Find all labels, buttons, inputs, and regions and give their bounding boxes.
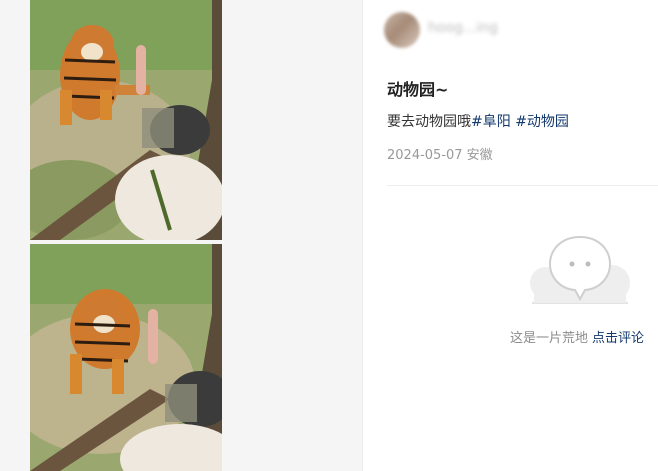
post-photo-2[interactable] — [30, 244, 222, 471]
post-location: 安徽 — [466, 148, 493, 163]
post-title: 动物园~ — [387, 80, 449, 99]
author-name[interactable]: hoog...ing — [428, 20, 498, 36]
panel-divider — [362, 0, 363, 471]
hashtag-zoo[interactable]: #动物园 — [515, 114, 569, 130]
post-meta: 2024-05-07 安徽 — [387, 144, 493, 163]
chat-bubble-icon — [530, 235, 630, 304]
empty-comments-text: 这是一片荒地 — [510, 331, 589, 346]
post-photo-1[interactable] — [30, 0, 222, 240]
comment-cta-link[interactable]: 点击评论 — [592, 331, 644, 346]
post-text: 要去动物园哦 — [387, 114, 471, 130]
avatar[interactable] — [384, 12, 420, 48]
tiger-photo-1 — [30, 0, 222, 240]
comments-divider — [387, 185, 658, 186]
hashtag-fuyang[interactable]: #阜阳 — [471, 114, 511, 130]
author-row[interactable]: hoog...ing — [384, 10, 644, 50]
media-panel — [0, 0, 362, 471]
tiger-photo-2 — [30, 244, 222, 471]
empty-comments: 这是一片荒地 点击评论 — [510, 327, 644, 346]
post-body: 要去动物园哦#阜阳 #动物园 — [387, 111, 569, 131]
post-date: 2024-05-07 — [387, 148, 463, 163]
